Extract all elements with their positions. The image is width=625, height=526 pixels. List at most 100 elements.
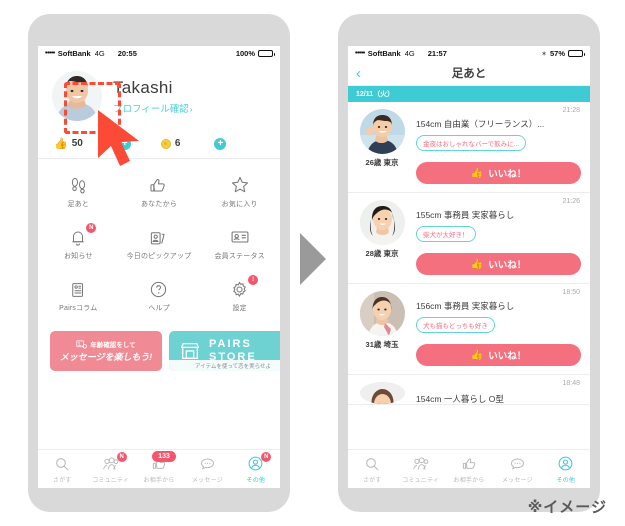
menu-item-label: 会員ステータス xyxy=(214,252,265,260)
thumbs-up-icon: 👍 xyxy=(470,167,484,179)
menu-item-favorites[interactable]: お気に入り xyxy=(199,165,280,217)
menu-item-label: 設定 xyxy=(232,304,247,312)
menu-item-label: ヘルプ xyxy=(148,304,170,312)
pairs-store-banner[interactable]: PAIRS STORE アイテムを使って恋を実らせよ xyxy=(169,331,280,371)
like-button[interactable]: 👍 いいね！ xyxy=(416,253,581,275)
profile-tag: 金夜はおしゃれなバーで飲みに... xyxy=(416,135,527,151)
bell-icon: N xyxy=(69,222,97,247)
tab-label: コミュニティ xyxy=(92,477,130,484)
list-item[interactable]: 18:48 154cm 一人暮らし O型 xyxy=(348,375,590,405)
carrier-label: SoftBank xyxy=(57,49,91,58)
tab-label: その他 xyxy=(246,477,266,484)
menu-item-notifications[interactable]: N お知らせ xyxy=(38,217,119,269)
profile-tag: 柴犬が大好き！ xyxy=(416,226,476,242)
avatar[interactable] xyxy=(359,109,405,154)
tab-label: お相手から xyxy=(143,477,175,484)
thumbs-up-icon: 👍 xyxy=(54,138,68,150)
like-button[interactable]: 👍 いいね！ xyxy=(416,162,581,184)
signal-dots-icon: ••••• xyxy=(355,50,365,57)
id-card-icon xyxy=(230,226,250,247)
screenshot-stage: ••••• SoftBank 4G 20:55 100% Takashi プロフ… xyxy=(0,0,625,526)
right-tab-bar: さがす コミュニティ お相手から メッセージ その他 xyxy=(348,449,590,488)
star-outline-icon xyxy=(230,174,250,195)
tab-search[interactable]: さがす xyxy=(348,455,396,484)
left-phone-frame: ••••• SoftBank 4G 20:55 100% Takashi プロフ… xyxy=(28,14,290,512)
menu-item-label: Pairsコラム xyxy=(59,304,98,312)
shop-icon xyxy=(180,343,200,359)
tab-label: さがす xyxy=(362,477,382,484)
coin-icon xyxy=(160,138,171,149)
like-button-label: いいね！ xyxy=(488,351,527,362)
menu-item-label: 今日のピックアップ xyxy=(126,252,192,260)
user-photo-icon xyxy=(359,382,405,404)
avatar[interactable] xyxy=(52,71,102,121)
pairs-store-line1: PAIRS xyxy=(209,338,252,351)
left-tab-bar: さがす N コミュニティ 133 お相手から メッセージ N その他 xyxy=(38,449,280,488)
point-count-value: 6 xyxy=(174,138,181,149)
age-location: 26歳 東京 xyxy=(365,158,399,167)
tab-messages[interactable]: メッセージ xyxy=(183,455,231,484)
thumbs-up-icon: 👍 xyxy=(470,349,484,361)
image-note: ※イメージ xyxy=(527,499,607,516)
question-circle-icon xyxy=(149,278,168,299)
age-verify-banner[interactable]: 年齢確認をして メッセージを楽しもう! xyxy=(50,331,162,371)
menu-item-from-you[interactable]: あなたから xyxy=(119,165,200,217)
settings-badge: ! xyxy=(248,274,259,285)
avatar[interactable] xyxy=(359,200,405,245)
list-body: 154cm 自由業（フリーランス）... 金夜はおしゃれなバーで飲みに... 👍… xyxy=(416,109,581,184)
tab-badge: 133 xyxy=(152,450,177,462)
add-points-button[interactable]: + xyxy=(214,137,227,150)
add-likes-button[interactable]: + xyxy=(118,137,131,150)
tab-from-partner[interactable]: お相手から xyxy=(445,455,493,484)
right-status-bar: ••••• SoftBank 4G 21:57 ✶ 57% xyxy=(348,46,590,61)
chevron-right-icon: › xyxy=(189,104,193,114)
left-status-bar: ••••• SoftBank 4G 20:55 100% xyxy=(38,46,280,61)
tab-messages[interactable]: メッセージ xyxy=(493,455,541,484)
list-avatar-block: 28歳 東京 xyxy=(357,200,407,275)
list-avatar-block: 26歳 東京 xyxy=(357,109,407,184)
list-item[interactable]: 18:50 31歳 埼玉 156cm 事務員 実家暮らし 犬も猫もどっちも好き … xyxy=(348,284,590,375)
tab-label: お相手から xyxy=(453,477,485,484)
avatar[interactable] xyxy=(359,291,405,336)
tab-community[interactable]: コミュニティ xyxy=(396,455,444,484)
counters-row: 👍 50 + 6 + xyxy=(38,133,280,159)
tab-community[interactable]: N コミュニティ xyxy=(86,451,134,484)
like-button[interactable]: 👍 いいね！ xyxy=(416,344,581,366)
menu-item-column[interactable]: Pairsコラム xyxy=(38,269,119,321)
list-item[interactable]: 21:26 28歳 東京 155cm 事務員 実家暮らし 柴犬が大好き！ 👍 い… xyxy=(348,193,590,284)
profile-summary: 154cm 一人暮らし O型 xyxy=(416,394,504,404)
battery-percent-label: 57% xyxy=(549,49,565,58)
menu-item-member-status[interactable]: 会員ステータス xyxy=(199,217,280,269)
person-circle-icon xyxy=(557,455,574,472)
person-circle-icon: N xyxy=(247,451,272,472)
profile-name: Takashi xyxy=(113,77,173,97)
tab-from-partner[interactable]: 133 お相手から xyxy=(135,450,183,484)
like-button-label: いいね！ xyxy=(488,260,527,271)
battery-icon xyxy=(258,50,275,57)
avatar[interactable] xyxy=(359,382,405,404)
chat-bubble-icon xyxy=(199,455,216,472)
profile-confirm-link[interactable]: プロフィール確認› xyxy=(113,101,192,115)
thumbs-up-outline-icon xyxy=(149,174,168,195)
menu-item-footprints[interactable]: 足あと xyxy=(38,165,119,217)
tab-search[interactable]: さがす xyxy=(38,455,86,484)
left-phone-screen: ••••• SoftBank 4G 20:55 100% Takashi プロフ… xyxy=(38,46,280,488)
age-location: 31歳 埼玉 xyxy=(365,340,399,349)
tab-others[interactable]: N その他 xyxy=(232,451,280,484)
visit-time: 21:28 xyxy=(562,107,580,114)
profile-summary: 154cm 自由業（フリーランス）... xyxy=(416,119,545,129)
list-body: 154cm 一人暮らし O型 xyxy=(416,382,581,404)
age-verify-line1-row: 年齢確認をして xyxy=(76,339,136,349)
profile-confirm-label: プロフィール確認 xyxy=(113,103,189,115)
list-item[interactable]: 21:28 26歳 東京 154cm 自由業（フリーランス）... 金夜はおしゃ… xyxy=(348,102,590,193)
tab-others[interactable]: その他 xyxy=(542,455,590,484)
back-button[interactable]: ‹ xyxy=(356,66,361,81)
menu-item-help[interactable]: ヘルプ xyxy=(119,269,200,321)
menu-item-pickup[interactable]: 今日のピックアップ xyxy=(119,217,200,269)
profile-header[interactable]: Takashi プロフィール確認› xyxy=(38,61,280,133)
thumbs-up-icon xyxy=(461,455,477,472)
tab-label: その他 xyxy=(556,477,576,484)
gear-icon: ! xyxy=(230,274,259,299)
people-icon xyxy=(412,455,430,472)
menu-item-settings[interactable]: ! 設定 xyxy=(199,269,280,321)
